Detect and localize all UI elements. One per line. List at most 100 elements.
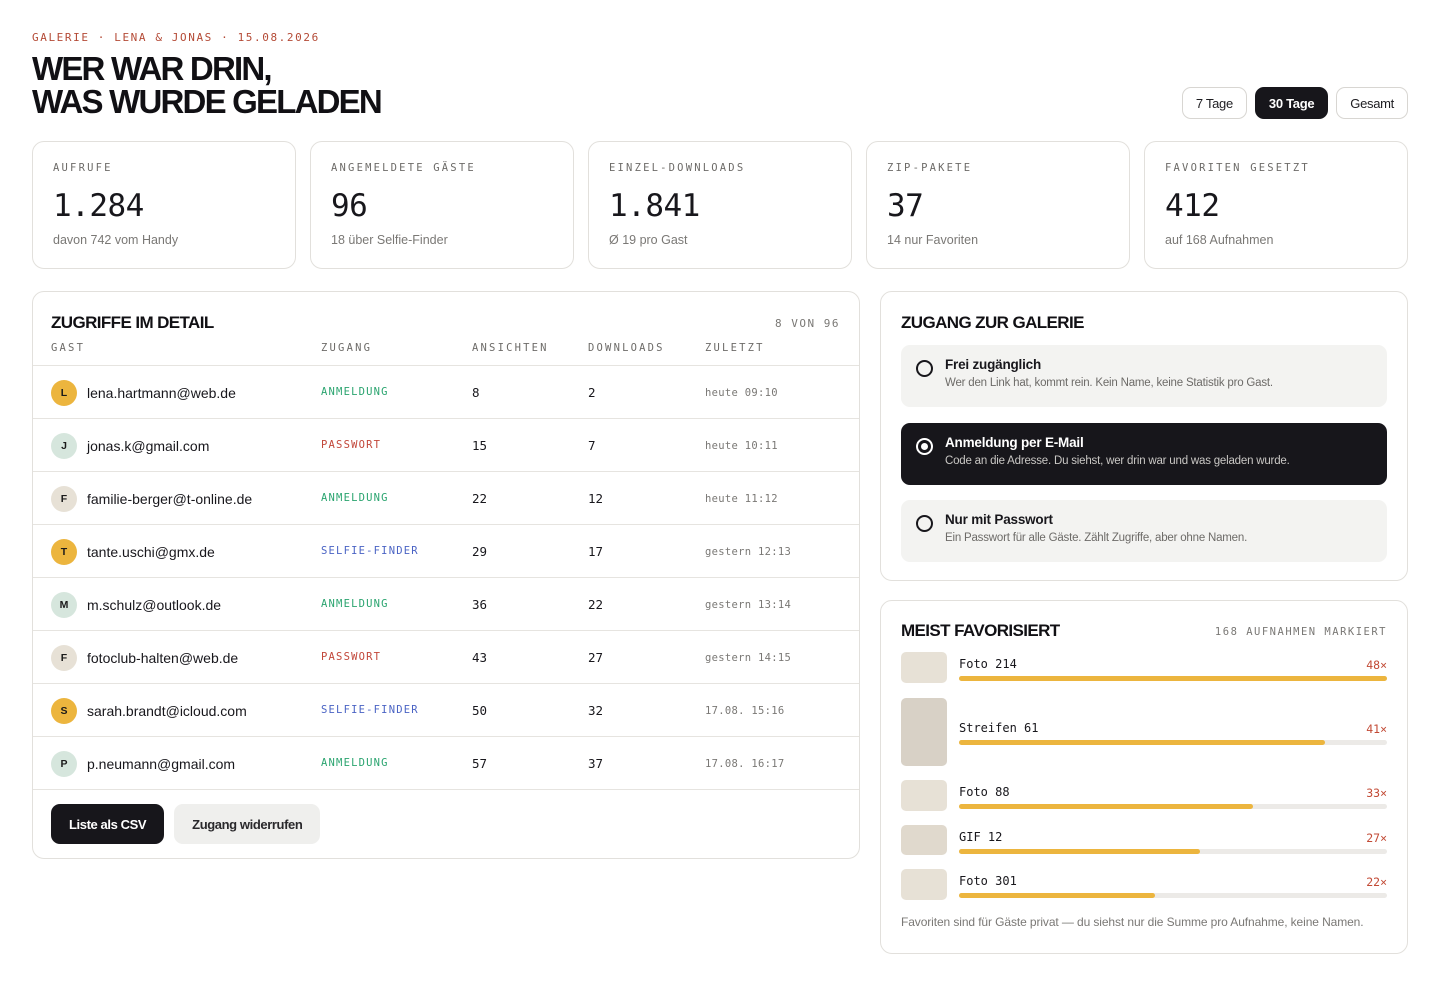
table-actions: Liste als CSV Zugang widerrufen xyxy=(51,804,321,844)
range-total-button[interactable]: Gesamt xyxy=(1336,87,1408,119)
table-row[interactable]: F familie-berger@t-online.de ANMELDUNG 2… xyxy=(33,472,859,525)
stat-label: ANGEMELDETE GÄSTE xyxy=(331,162,476,174)
access-panel-title: ZUGRIFFE IM DETAIL xyxy=(51,313,214,332)
stat-subtext: 14 nur Favoriten xyxy=(887,233,979,247)
option-description: Code an die Adresse. Du siehst, wer drin… xyxy=(945,455,1290,467)
avatar: J xyxy=(51,433,77,459)
revoke-access-button[interactable]: Zugang widerrufen xyxy=(174,804,321,844)
table-row[interactable]: F fotoclub-halten@web.de PASSWORT 43 27 … xyxy=(33,631,859,684)
option-description: Wer den Link hat, kommt rein. Kein Name,… xyxy=(945,377,1273,389)
last-access: gestern 13:14 xyxy=(705,599,792,611)
favorite-bar-fill xyxy=(959,849,1200,854)
strip-thumbnail[interactable] xyxy=(901,698,947,766)
column-header-views[interactable]: ANSICHTEN xyxy=(472,342,549,354)
radio-button[interactable] xyxy=(916,438,933,455)
downloads-count: 7 xyxy=(588,438,596,453)
table-row[interactable]: P p.neumann@gmail.com ANMELDUNG 57 37 17… xyxy=(33,737,859,790)
most-favorited-panel: MEIST FAVORISIERT 168 AUFNAHMEN MARKIERT… xyxy=(880,600,1408,954)
photo-thumbnail[interactable] xyxy=(901,869,947,900)
avatar: T xyxy=(51,539,77,565)
favorite-bar-fill xyxy=(959,740,1325,745)
views-count: 57 xyxy=(472,756,488,771)
stat-card-favorites: FAVORITEN GESETZT 412 auf 168 Aufnahmen xyxy=(1144,141,1408,269)
table-header: GAST ZUGANG ANSICHTEN DOWNLOADS ZULETZT xyxy=(33,342,859,366)
last-access: 17.08. 16:17 xyxy=(705,758,785,770)
time-range-selector: 7 Tage 30 Tage Gesamt xyxy=(1181,87,1408,119)
guest-email: fotoclub-halten@web.de xyxy=(87,650,239,666)
page-title-line-2: WAS WURDE GELADEN xyxy=(32,83,383,120)
last-access: heute 11:12 xyxy=(705,493,778,505)
range-30-days-button[interactable]: 30 Tage xyxy=(1254,87,1329,119)
downloads-count: 17 xyxy=(588,544,604,559)
gif-thumbnail[interactable] xyxy=(901,825,947,855)
access-type-badge: ANMELDUNG xyxy=(321,492,389,504)
guest-email: m.schulz@outlook.de xyxy=(87,597,222,613)
column-header-downloads[interactable]: DOWNLOADS xyxy=(588,342,665,354)
favorite-name: Streifen 61 xyxy=(959,721,1039,735)
last-access: gestern 14:15 xyxy=(705,652,792,664)
photo-thumbnail[interactable] xyxy=(901,780,947,811)
last-access: heute 09:10 xyxy=(705,387,778,399)
stat-card-registered-guests: ANGEMELDETE GÄSTE 96 18 über Selfie-Find… xyxy=(310,141,574,269)
favorite-count: 22× xyxy=(1366,875,1387,889)
guest-email: familie-berger@t-online.de xyxy=(87,491,253,507)
favorite-count: 33× xyxy=(1366,786,1387,800)
views-count: 50 xyxy=(472,703,488,718)
access-option-password[interactable]: Nur mit Passwort Ein Passwort für alle G… xyxy=(901,500,1387,562)
favorite-count: 48× xyxy=(1366,658,1387,672)
last-access: heute 10:11 xyxy=(705,440,778,452)
access-type-badge: ANMELDUNG xyxy=(321,757,389,769)
table-body: L lena.hartmann@web.de ANMELDUNG 8 2 heu… xyxy=(33,366,859,790)
favorites-privacy-note: Favoriten sind für Gäste privat — du sie… xyxy=(901,915,1364,929)
favorite-bar-track xyxy=(959,676,1387,681)
downloads-count: 37 xyxy=(588,756,604,771)
access-option-public[interactable]: Frei zugänglich Wer den Link hat, kommt … xyxy=(901,345,1387,407)
table-row[interactable]: T tante.uschi@gmx.de SELFIE-FINDER 29 17… xyxy=(33,525,859,578)
option-title: Nur mit Passwort xyxy=(945,512,1053,527)
stat-card-single-downloads: EINZEL-DOWNLOADS 1.841 Ø 19 pro Gast xyxy=(588,141,852,269)
favorite-bar-fill xyxy=(959,893,1156,898)
stat-value: 1.841 xyxy=(609,188,700,224)
favorite-name: Foto 88 xyxy=(959,785,1010,799)
option-title: Anmeldung per E-Mail xyxy=(945,435,1084,450)
favorite-bar-track xyxy=(959,804,1387,809)
table-row[interactable]: S sarah.brandt@icloud.com SELFIE-FINDER … xyxy=(33,684,859,737)
views-count: 15 xyxy=(472,438,488,453)
favorites-title: MEIST FAVORISIERT xyxy=(901,621,1060,640)
option-description: Ein Passwort für alle Gäste. Zählt Zugri… xyxy=(945,532,1248,544)
views-count: 8 xyxy=(472,385,480,400)
views-count: 29 xyxy=(472,544,488,559)
favorite-name: GIF 12 xyxy=(959,830,1003,844)
export-csv-button[interactable]: Liste als CSV xyxy=(51,804,165,844)
table-row[interactable]: J jonas.k@gmail.com PASSWORT 15 7 heute … xyxy=(33,419,859,472)
radio-button[interactable] xyxy=(916,360,933,377)
stat-value: 96 xyxy=(331,188,368,224)
stat-value: 412 xyxy=(1165,188,1220,224)
access-type-badge: PASSWORT xyxy=(321,651,382,663)
access-count: 8 VON 96 xyxy=(775,317,840,330)
column-header-last[interactable]: ZULETZT xyxy=(705,342,765,354)
downloads-count: 32 xyxy=(588,703,604,718)
access-type-badge: SELFIE-FINDER xyxy=(321,545,419,557)
avatar: F xyxy=(51,486,77,512)
favorite-name: Foto 214 xyxy=(959,657,1017,671)
column-header-access[interactable]: ZUGANG xyxy=(321,342,372,354)
downloads-count: 27 xyxy=(588,650,604,665)
access-option-email[interactable]: Anmeldung per E-Mail Code an die Adresse… xyxy=(901,423,1387,485)
favorite-bar-track xyxy=(959,893,1387,898)
avatar: F xyxy=(51,645,77,671)
table-row[interactable]: M m.schulz@outlook.de ANMELDUNG 36 22 ge… xyxy=(33,578,859,631)
range-7-days-button[interactable]: 7 Tage xyxy=(1181,87,1247,119)
stat-label: AUFRUFE xyxy=(53,162,113,174)
access-type-badge: ANMELDUNG xyxy=(321,386,389,398)
photo-thumbnail[interactable] xyxy=(901,652,947,683)
page-title-line-1: WER WAR DRIN, xyxy=(32,50,273,87)
radio-button[interactable] xyxy=(916,515,933,532)
stat-subtext: Ø 19 pro Gast xyxy=(609,233,688,247)
column-header-guest[interactable]: GAST xyxy=(51,342,85,354)
views-count: 43 xyxy=(472,650,488,665)
access-detail-panel: ZUGRIFFE IM DETAIL 8 VON 96 GAST ZUGANG … xyxy=(32,291,860,859)
table-row[interactable]: L lena.hartmann@web.de ANMELDUNG 8 2 heu… xyxy=(33,366,859,419)
last-access: gestern 12:13 xyxy=(705,546,792,558)
stat-value: 37 xyxy=(887,188,924,224)
